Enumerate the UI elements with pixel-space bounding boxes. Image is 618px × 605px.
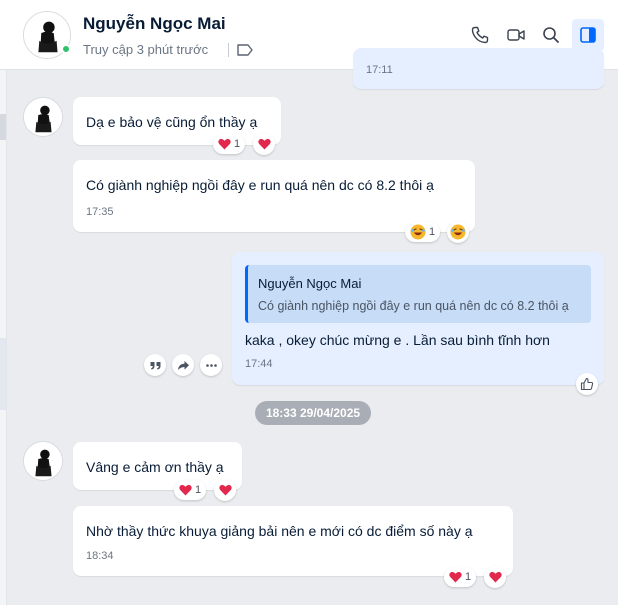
message-bubble-outgoing[interactable]: 17:11	[353, 48, 604, 89]
message-time: 17:35	[86, 206, 114, 218]
quote-icon	[150, 361, 160, 369]
more-horizontal-icon	[205, 363, 217, 367]
online-status-indicator	[61, 44, 71, 54]
search-button[interactable]	[535, 19, 567, 51]
message-text: kaka , okey chúc mừng e . Lần sau bình t…	[245, 332, 550, 348]
forward-button[interactable]	[172, 354, 194, 376]
reaction-summary[interactable]: 1	[405, 222, 441, 242]
more-options-button[interactable]	[200, 354, 222, 376]
quoted-message[interactable]: Nguyễn Ngọc Mai Có giành nghiệp ngồi đây…	[245, 265, 591, 323]
quoted-text: Có giành nghiệp ngồi đây e run quá nên d…	[258, 299, 569, 313]
quoted-sender-name: Nguyễn Ngọc Mai	[258, 276, 362, 291]
phone-icon	[471, 26, 489, 44]
laughing-emoji-icon	[410, 224, 426, 240]
date-divider: 18:33 29/04/2025	[255, 401, 371, 425]
message-text: Dạ e bảo vệ cũng ổn thầy ạ	[86, 114, 258, 130]
message-bubble-incoming[interactable]: Nhờ thầy thức khuya giảng bải nên e mới …	[73, 506, 513, 576]
message-text: Vâng e cảm ơn thầy ạ	[86, 459, 224, 475]
message-text: Nhờ thầy thức khuya giảng bải nên e mới …	[86, 523, 473, 539]
contact-name[interactable]: Nguyễn Ngọc Mai	[83, 14, 226, 34]
search-icon	[543, 27, 559, 43]
conversation-list-edge	[0, 70, 7, 605]
toggle-info-panel-button[interactable]	[572, 19, 604, 51]
laughing-emoji-icon	[450, 224, 466, 240]
message-time: 17:11	[366, 64, 393, 76]
heart-icon	[488, 571, 502, 583]
video-call-icon	[507, 29, 525, 41]
heart-icon	[257, 138, 271, 150]
sender-avatar[interactable]	[23, 97, 63, 137]
last-seen-status: Truy cập 3 phút trước	[83, 42, 209, 57]
react-laugh-button[interactable]	[447, 221, 469, 243]
reply-button[interactable]	[144, 354, 166, 376]
react-heart-button[interactable]	[214, 479, 236, 501]
header-divider	[228, 43, 229, 57]
reaction-count: 1	[429, 226, 436, 238]
message-text: Có giành nghiệp ngồi đây e run quá nên d…	[86, 177, 434, 193]
react-heart-button[interactable]	[253, 133, 275, 155]
heart-icon	[449, 571, 462, 583]
reaction-count: 1	[195, 484, 202, 496]
video-call-button[interactable]	[500, 19, 532, 51]
heart-icon	[218, 138, 231, 150]
react-heart-button[interactable]	[484, 566, 506, 588]
reaction-count: 1	[234, 138, 241, 150]
list-edge-selection	[0, 338, 6, 410]
like-reaction-button[interactable]	[576, 373, 598, 395]
reaction-summary[interactable]: 1	[213, 134, 246, 154]
reaction-count: 1	[465, 571, 472, 583]
sender-avatar[interactable]	[23, 441, 63, 481]
label-tag-icon[interactable]	[236, 42, 254, 58]
list-edge-highlight	[0, 114, 6, 140]
heart-icon	[218, 484, 232, 496]
reaction-summary[interactable]: 1	[444, 567, 477, 587]
forward-arrow-icon	[177, 360, 189, 370]
sidebar-toggle-icon	[580, 27, 596, 43]
message-bubble-incoming[interactable]: Dạ e bảo vệ cũng ổn thầy ạ	[73, 97, 281, 145]
message-time: 18:34	[86, 550, 114, 562]
heart-icon	[179, 484, 192, 496]
message-time: 17:44	[245, 358, 273, 370]
thumbs-up-icon	[580, 377, 594, 391]
voice-call-button[interactable]	[464, 19, 496, 51]
reaction-summary[interactable]: 1	[174, 480, 207, 500]
